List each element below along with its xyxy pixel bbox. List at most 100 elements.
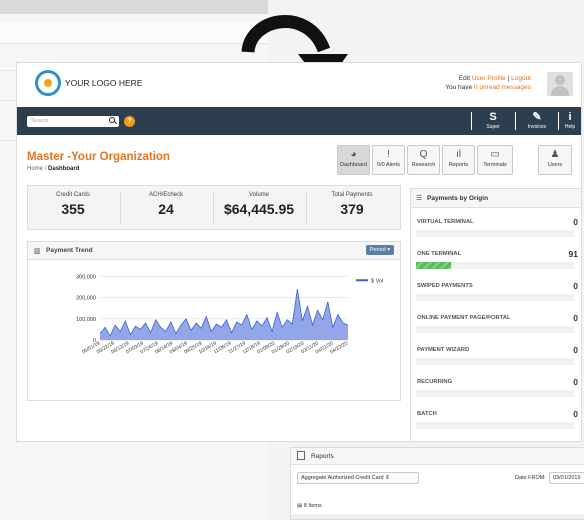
reports-header: Reports — [291, 448, 584, 465]
origin-row-name: PAYMENT WIZARD — [417, 347, 470, 353]
alerts-button[interactable]: ! 0/0 Alerts — [372, 145, 405, 175]
super-icon: S — [489, 111, 497, 123]
dashboard-button[interactable]: ◕ Dashboard — [337, 145, 370, 175]
series-area — [100, 289, 348, 340]
payment-trend-header: ▥ Payment Trend Period ▾ — [28, 242, 400, 260]
user-header: Edit User Profile | Logout You have 0 un… — [445, 74, 531, 92]
payment-trend-chart: 0100,000200,000300,00005/01/1905/22/1906… — [76, 274, 383, 355]
header-separator: | — [507, 75, 510, 82]
stat-value: $64,445.95 — [223, 201, 295, 217]
origin-row-name: ONLINE PAYMENT PAGE/PORTAL — [417, 315, 511, 321]
stat-value: 379 — [340, 201, 364, 217]
top-navbar: Search ? S Super ✎ Invoices i Help — [17, 107, 581, 135]
help-label: Help — [564, 124, 576, 130]
user-profile-link[interactable]: User Profile — [472, 75, 506, 82]
stat-volume: Volume $64,445.95 — [214, 192, 304, 217]
reports-button[interactable]: ıl Reports — [442, 145, 475, 175]
stat-label: Credit Cards — [56, 192, 90, 198]
origin-header: ☰ Payments by Origin — [411, 189, 581, 208]
stat-total-payments: Total Payments 379 — [307, 192, 397, 217]
line-chart-icon: ▥ — [34, 248, 41, 255]
document-icon — [297, 451, 305, 460]
stats-panel: Credit Cards 355 ACH/Echeck 24 Volume $6… — [27, 185, 401, 230]
search-placeholder: Search — [31, 118, 49, 124]
period-dropdown-button[interactable]: Period ▾ — [365, 245, 394, 255]
date-from-input[interactable]: 03/01/2019 — [549, 472, 584, 484]
super-label: Super — [486, 124, 500, 130]
stat-label: Total Payments — [331, 192, 373, 198]
terminal-icon: ▭ — [490, 149, 500, 160]
navbar-divider — [471, 112, 472, 130]
origin-row: ONLINE PAYMENT PAGE/PORTAL 0 — [411, 309, 581, 341]
stat-value: 355 — [61, 201, 85, 217]
origin-row: PAYMENT WIZARD 0 — [411, 341, 581, 373]
reports-panel: Reports Aggregate Authorized Credit Card… — [290, 447, 584, 520]
payments-by-origin-panel: ☰ Payments by Origin VIRTUAL TERMINAL 0 ON… — [410, 188, 581, 441]
edit-label: Edit — [458, 75, 470, 82]
breadcrumb-separator: / — [44, 166, 47, 172]
items-count-label: 8 Items — [303, 503, 322, 509]
reports-table-header — [291, 514, 584, 519]
terminals-button[interactable]: ▭ Terminals — [477, 145, 513, 175]
avatar[interactable] — [547, 72, 573, 96]
origin-row-name: ONE TERMINAL — [417, 251, 462, 257]
legend-label: $ Vol — [371, 278, 383, 284]
report-type-select[interactable]: Aggregate Authorized Credit Card ⇕ — [297, 472, 419, 484]
reports-label: Reports — [448, 162, 469, 168]
origin-progress-bar — [416, 294, 574, 301]
origin-row-value: 0 — [573, 217, 578, 227]
info-icon: i — [568, 111, 572, 123]
unread-messages-link[interactable]: 0 unread messages — [474, 84, 531, 91]
origin-row: BATCH 0 — [411, 405, 581, 437]
help-button[interactable]: i Help — [553, 111, 581, 133]
invoices-icon: ✎ — [532, 111, 542, 123]
origin-row-name: SWIPED PAYMENTS — [417, 283, 473, 289]
stat-value: 24 — [158, 201, 174, 217]
origin-progress-bar — [416, 262, 574, 269]
y-tick-label: 100,000 — [76, 317, 96, 323]
origin-progress-bar — [416, 230, 574, 237]
search-icon: Q — [419, 149, 428, 160]
bar-chart-icon: ıl — [456, 149, 461, 160]
research-label: Research — [411, 162, 436, 168]
stat-ach-echeck: ACH/Echeck 24 — [121, 192, 211, 217]
origin-row-name: RECURRING — [417, 379, 453, 385]
search-icon[interactable] — [109, 117, 115, 123]
breadcrumb-home-link[interactable]: Home — [27, 166, 43, 172]
origin-progress-bar — [416, 358, 574, 365]
origin-row: VIRTUAL TERMINAL 0 — [411, 213, 581, 245]
y-tick-label: 300,000 — [76, 274, 96, 280]
origin-row: SWIPED PAYMENTS 0 — [411, 277, 581, 309]
help-badge-icon[interactable]: ? — [124, 116, 135, 127]
origin-progress-bar — [416, 326, 574, 333]
origin-row-name: BATCH — [417, 411, 437, 417]
users-label: Users — [547, 162, 563, 168]
invoices-button[interactable]: ✎ Invoices — [519, 111, 555, 133]
users-button[interactable]: ♟ Users — [538, 145, 572, 175]
logo-text: YOUR LOGO HERE — [65, 78, 143, 88]
origin-row: RECURRING 0 — [411, 373, 581, 405]
origin-row: ONE TERMINAL 91 — [411, 245, 581, 277]
super-button[interactable]: S Super — [475, 111, 511, 133]
origin-progress-fill — [416, 262, 451, 269]
research-button[interactable]: Q Research — [407, 145, 440, 175]
origin-row-value: 0 — [573, 409, 578, 419]
navbar-divider — [515, 112, 516, 130]
logo-icon — [35, 70, 61, 96]
origin-title: Payments by Origin — [427, 195, 489, 202]
unread-prefix: You have — [445, 84, 473, 91]
y-tick-label: 200,000 — [76, 296, 96, 302]
origin-progress-bar — [416, 422, 574, 429]
origin-row-value: 0 — [573, 313, 578, 323]
items-count: ▤ 8 Items — [297, 503, 322, 509]
speedometer-icon: ◕ — [350, 149, 357, 160]
table-icon: ▤ — [297, 503, 304, 509]
alert-icon: ! — [387, 149, 390, 160]
alerts-label: 0/0 Alerts — [377, 162, 400, 168]
stat-credit-cards: Credit Cards 355 — [28, 192, 118, 217]
date-from-label: Date FROM: — [515, 475, 546, 481]
search-input[interactable]: Search — [27, 116, 119, 127]
page-title: Master -Your Organization — [27, 151, 170, 163]
logout-link[interactable]: Logout — [511, 75, 531, 82]
dashboard-window: YOUR LOGO HERE Edit User Profile | Logou… — [16, 62, 582, 442]
